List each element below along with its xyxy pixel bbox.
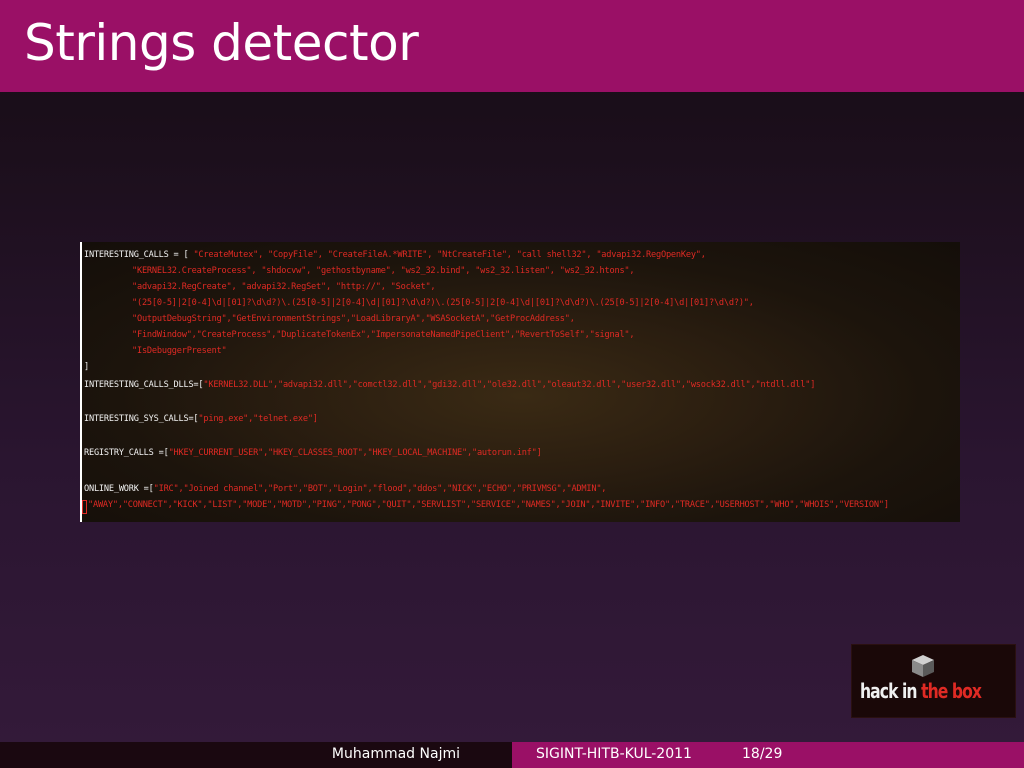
code-keyword: REGISTRY_CALLS =[ <box>84 448 169 458</box>
logo-part-hack-in: hack in <box>860 679 918 703</box>
code-string: "KERNEL32.CreateProcess", "shdocvw", "ge… <box>132 266 635 276</box>
code-line: "(25[0-5]|2[0-4]\d|[01]?\d\d?)\.(25[0-5]… <box>84 298 754 309</box>
footer-page-number: 18/29 <box>742 746 783 762</box>
footer-event: SIGINT-HITB-KUL-2011 <box>536 746 692 762</box>
footer-left: Muhammad Najmi <box>0 742 512 768</box>
code-string: "OutputDebugString","GetEnvironmentStrin… <box>132 314 575 324</box>
code-keyword: INTERESTING_CALLS_DLLS=[ <box>84 380 204 390</box>
code-line: "OutputDebugString","GetEnvironmentStrin… <box>84 314 575 325</box>
code-keyword: ONLINE_WORK =[ <box>84 484 154 494</box>
code-line: INTERESTING_CALLS = [ "CreateMutex", "Co… <box>84 250 706 261</box>
code-string: "(25[0-5]|2[0-4]\d|[01]?\d\d?)\.(25[0-5]… <box>132 298 754 308</box>
slide-title-bar: Strings detector <box>0 0 1024 92</box>
text-cursor <box>82 500 87 514</box>
code-line: INTERESTING_SYS_CALLS=["ping.exe","telne… <box>84 414 318 425</box>
code-string: "HKEY_CURRENT_USER","HKEY_CLASSES_ROOT",… <box>168 448 542 458</box>
footer-author: Muhammad Najmi <box>331 746 460 762</box>
code-line: "FindWindow","CreateProcess","DuplicateT… <box>84 330 635 341</box>
code-string: "IRC","Joined channel","Port","BOT","Log… <box>153 484 607 494</box>
hitb-logo: hack in the box <box>851 644 1016 718</box>
code-string: "CreateMutex", "CopyFile", "CreateFileA.… <box>193 250 706 260</box>
code-string: "AWAY","CONNECT","KICK","LIST","MODE","M… <box>88 500 889 510</box>
code-keyword: INTERESTING_SYS_CALLS=[ <box>84 414 199 424</box>
code-keyword: INTERESTING_CALLS = [ <box>84 250 194 260</box>
code-string: "KERNEL32.DLL","advapi32.dll","comctl32.… <box>203 380 816 390</box>
code-screenshot: INTERESTING_CALLS = [ "CreateMutex", "Co… <box>80 242 960 522</box>
code-string: "ping.exe","telnet.exe"] <box>198 414 318 424</box>
slide-footer: Muhammad Najmi SIGINT-HITB-KUL-2011 18/2… <box>0 742 1024 768</box>
code-line: REGISTRY_CALLS =["HKEY_CURRENT_USER","HK… <box>84 448 542 459</box>
code-line: INTERESTING_CALLS_DLLS=["KERNEL32.DLL","… <box>84 380 815 391</box>
footer-right: SIGINT-HITB-KUL-2011 18/29 <box>512 742 1024 768</box>
code-keyword: ] <box>84 362 89 372</box>
logo-part-the-box: the box <box>916 679 982 703</box>
cube-icon <box>912 655 934 677</box>
code-line: "IsDebuggerPresent" <box>84 346 227 357</box>
code-string: "FindWindow","CreateProcess","DuplicateT… <box>132 330 635 340</box>
code-line: "AWAY","CONNECT","KICK","LIST","MODE","M… <box>88 500 889 511</box>
code-line: "advapi32.RegCreate", "advapi32.RegSet",… <box>84 282 436 293</box>
code-line: ONLINE_WORK =["IRC","Joined channel","Po… <box>84 484 606 495</box>
slide-title: Strings detector <box>24 14 419 72</box>
logo-wordmark: hack in the box <box>860 679 982 703</box>
code-string: "advapi32.RegCreate", "advapi32.RegSet",… <box>132 282 436 292</box>
code-string: "IsDebuggerPresent" <box>132 346 227 356</box>
code-line: "KERNEL32.CreateProcess", "shdocvw", "ge… <box>84 266 635 277</box>
code-line: ] <box>84 362 89 373</box>
